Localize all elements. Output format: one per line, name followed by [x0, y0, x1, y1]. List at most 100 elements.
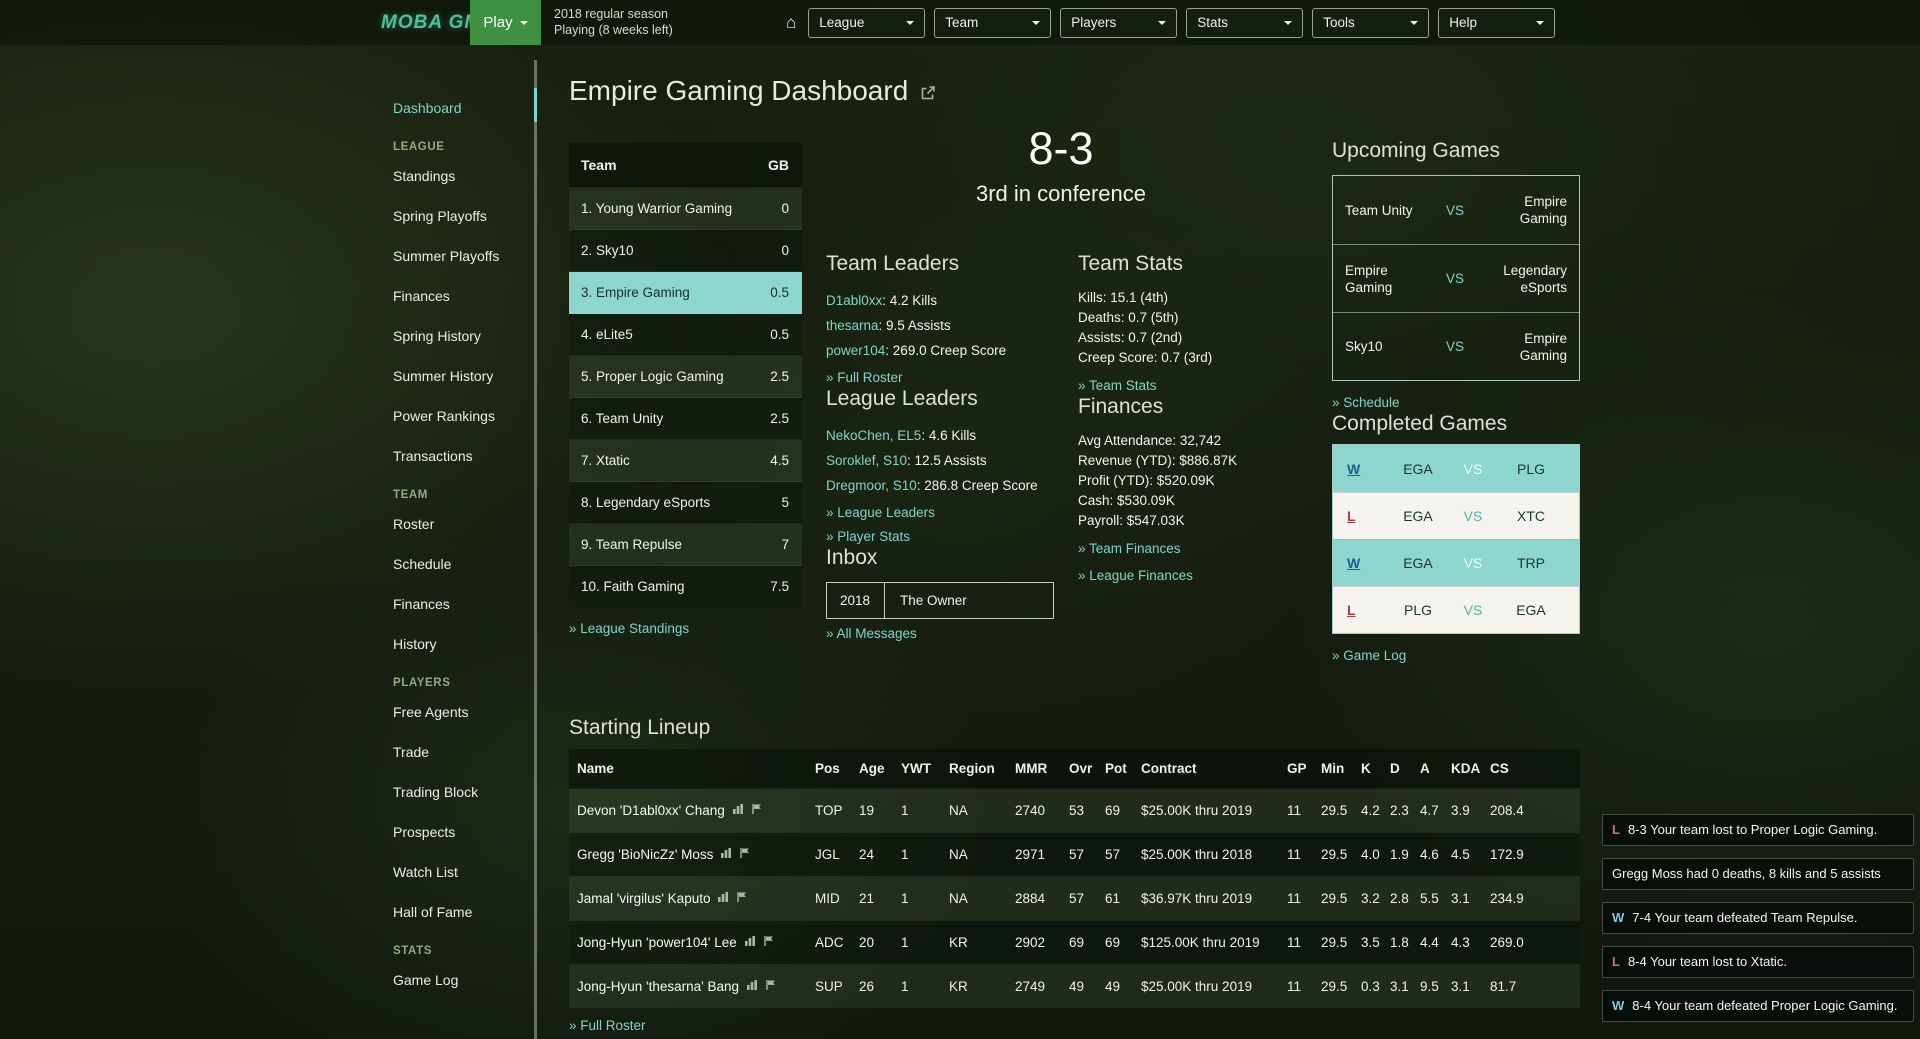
flag-icon[interactable] — [765, 979, 777, 994]
league-standings-link[interactable]: » League Standings — [569, 619, 802, 638]
menu-help[interactable]: Help — [1438, 8, 1555, 38]
lineup-col-age[interactable]: Age — [851, 749, 893, 789]
lineup-col-a[interactable]: A — [1412, 749, 1443, 789]
notification-toast[interactable]: L8-4 Your team lost to Xtatic. — [1602, 946, 1914, 978]
sidebar-item-transactions[interactable]: Transactions — [367, 436, 532, 476]
notification-toast[interactable]: W7-4 Your team defeated Team Repulse. — [1602, 902, 1914, 934]
standings-team[interactable]: 2. Sky10 — [569, 230, 754, 272]
player-link[interactable]: NekoChen, EL5 — [826, 428, 921, 443]
sidebar-item-prospects[interactable]: Prospects — [367, 812, 532, 852]
player-name-link[interactable]: Jamal 'virgilus' Kaputo — [577, 891, 710, 906]
standings-row[interactable]: 8. Legendary eSports5 — [569, 482, 802, 524]
notification-toast[interactable]: L8-3 Your team lost to Proper Logic Gami… — [1602, 814, 1914, 846]
sidebar-item-trading-block[interactable]: Trading Block — [367, 772, 532, 812]
standings-row[interactable]: 5. Proper Logic Gaming2.5 — [569, 356, 802, 398]
game-result-link[interactable]: L — [1347, 508, 1387, 524]
game-result-link[interactable]: W — [1347, 555, 1387, 571]
home-team-link[interactable]: Empire Gaming — [1345, 262, 1429, 296]
completed-game-row[interactable]: LEGAVSXTC — [1333, 492, 1579, 539]
full-roster-bottom-link[interactable]: » Full Roster — [569, 1016, 1580, 1035]
schedule-link[interactable]: » Schedule — [1332, 393, 1580, 412]
lineup-col-cs[interactable]: CS — [1482, 749, 1580, 789]
away-team-link[interactable]: Empire Gaming — [1481, 330, 1567, 364]
sidebar-item-game-log[interactable]: Game Log — [367, 960, 532, 1000]
sidebar-item-hall-of-fame[interactable]: Hall of Fame — [367, 892, 532, 932]
standings-row[interactable]: 4. eLite50.5 — [569, 314, 802, 356]
away-team-link[interactable]: Empire Gaming — [1481, 193, 1567, 227]
bar-chart-icon[interactable] — [744, 935, 756, 950]
standings-row[interactable]: 7. Xtatic4.5 — [569, 440, 802, 482]
lineup-col-d[interactable]: D — [1382, 749, 1412, 789]
sidebar-item-watch-list[interactable]: Watch List — [367, 852, 532, 892]
sidebar-item-free-agents[interactable]: Free Agents — [367, 692, 532, 732]
app-logo[interactable]: MOBA GM — [381, 0, 481, 45]
bar-chart-icon[interactable] — [746, 979, 758, 994]
player-name-link[interactable]: Devon 'D1abl0xx' Chang — [577, 803, 725, 818]
menu-players[interactable]: Players — [1060, 8, 1177, 38]
all-messages-link[interactable]: » All Messages — [826, 624, 1078, 643]
bar-chart-icon[interactable] — [717, 891, 729, 906]
completed-game-row[interactable]: LPLGVSEGA — [1333, 586, 1579, 633]
sidebar-item-power-rankings[interactable]: Power Rankings — [367, 396, 532, 436]
league-leaders-link[interactable]: » League Leaders — [826, 503, 1078, 522]
sidebar-item-dashboard[interactable]: Dashboard — [367, 88, 532, 128]
bar-chart-icon[interactable] — [720, 847, 732, 862]
home-team-link[interactable]: Sky10 — [1345, 338, 1429, 355]
player-link[interactable]: Dregmoor, S10 — [826, 478, 917, 493]
player-link[interactable]: power104 — [826, 343, 885, 358]
game-result-link[interactable]: W — [1347, 461, 1387, 477]
bar-chart-icon[interactable] — [732, 803, 744, 818]
home-team-link[interactable]: Team Unity — [1345, 202, 1429, 219]
player-name-link[interactable]: Jong-Hyun 'thesarna' Bang — [577, 979, 739, 994]
lineup-col-region[interactable]: Region — [941, 749, 1007, 789]
standings-row[interactable]: 2. Sky100 — [569, 230, 802, 272]
lineup-col-kda[interactable]: KDA — [1443, 749, 1482, 789]
standings-team[interactable]: 6. Team Unity — [569, 398, 754, 440]
standings-team[interactable]: 1. Young Warrior Gaming — [569, 188, 754, 230]
flag-icon[interactable] — [751, 803, 763, 818]
standings-row[interactable]: 3. Empire Gaming0.5 — [569, 272, 802, 314]
standings-team[interactable]: 9. Team Repulse — [569, 524, 754, 566]
flag-icon[interactable] — [739, 847, 751, 862]
full-roster-link[interactable]: » Full Roster — [826, 368, 1078, 387]
player-link[interactable]: Soroklef, S10 — [826, 453, 907, 468]
inbox-sender[interactable]: The Owner — [885, 583, 982, 618]
standings-team[interactable]: 4. eLite5 — [569, 314, 754, 356]
standings-team[interactable]: 8. Legendary eSports — [569, 482, 754, 524]
lineup-col-mmr[interactable]: MMR — [1007, 749, 1061, 789]
sidebar-item-history[interactable]: History — [367, 624, 532, 664]
sidebar-item-finances[interactable]: Finances — [367, 276, 532, 316]
lineup-col-pot[interactable]: Pot — [1097, 749, 1133, 789]
notification-toast[interactable]: Gregg Moss had 0 deaths, 8 kills and 5 a… — [1602, 858, 1914, 890]
game-result-link[interactable]: L — [1347, 602, 1387, 618]
menu-stats[interactable]: Stats — [1186, 8, 1303, 38]
inbox-message-row[interactable]: 2018 The Owner — [826, 582, 1054, 619]
standings-team[interactable]: 5. Proper Logic Gaming — [569, 356, 754, 398]
game-log-link[interactable]: » Game Log — [1332, 646, 1580, 665]
sidebar-item-summer-history[interactable]: Summer History — [367, 356, 532, 396]
sidebar-item-roster[interactable]: Roster — [367, 504, 532, 544]
sidebar-item-finances[interactable]: Finances — [367, 584, 532, 624]
sidebar-item-trade[interactable]: Trade — [367, 732, 532, 772]
standings-row[interactable]: 1. Young Warrior Gaming0 — [569, 188, 802, 230]
sidebar-item-summer-playoffs[interactable]: Summer Playoffs — [367, 236, 532, 276]
flag-icon[interactable] — [736, 891, 748, 906]
player-name-link[interactable]: Gregg 'BioNicZz' Moss — [577, 847, 713, 862]
completed-game-row[interactable]: WEGAVSPLG — [1333, 445, 1579, 492]
standings-row[interactable]: 6. Team Unity2.5 — [569, 398, 802, 440]
external-link-icon[interactable] — [920, 85, 936, 101]
menu-team[interactable]: Team — [934, 8, 1051, 38]
lineup-col-gp[interactable]: GP — [1279, 749, 1313, 789]
standings-team[interactable]: 3. Empire Gaming — [569, 272, 754, 314]
standings-row[interactable]: 10. Faith Gaming7.5 — [569, 566, 802, 608]
sidebar-item-spring-history[interactable]: Spring History — [367, 316, 532, 356]
lineup-col-ovr[interactable]: Ovr — [1061, 749, 1097, 789]
lineup-col-k[interactable]: K — [1353, 749, 1382, 789]
play-button[interactable]: Play — [470, 0, 541, 45]
menu-tools[interactable]: Tools — [1312, 8, 1429, 38]
notification-toast[interactable]: W8-4 Your team defeated Proper Logic Gam… — [1602, 990, 1914, 1022]
sidebar-scrollbar[interactable] — [534, 60, 537, 1039]
home-icon[interactable]: ⌂ — [786, 13, 796, 33]
team-stats-link[interactable]: » Team Stats — [1078, 376, 1340, 395]
lineup-col-contract[interactable]: Contract — [1133, 749, 1279, 789]
